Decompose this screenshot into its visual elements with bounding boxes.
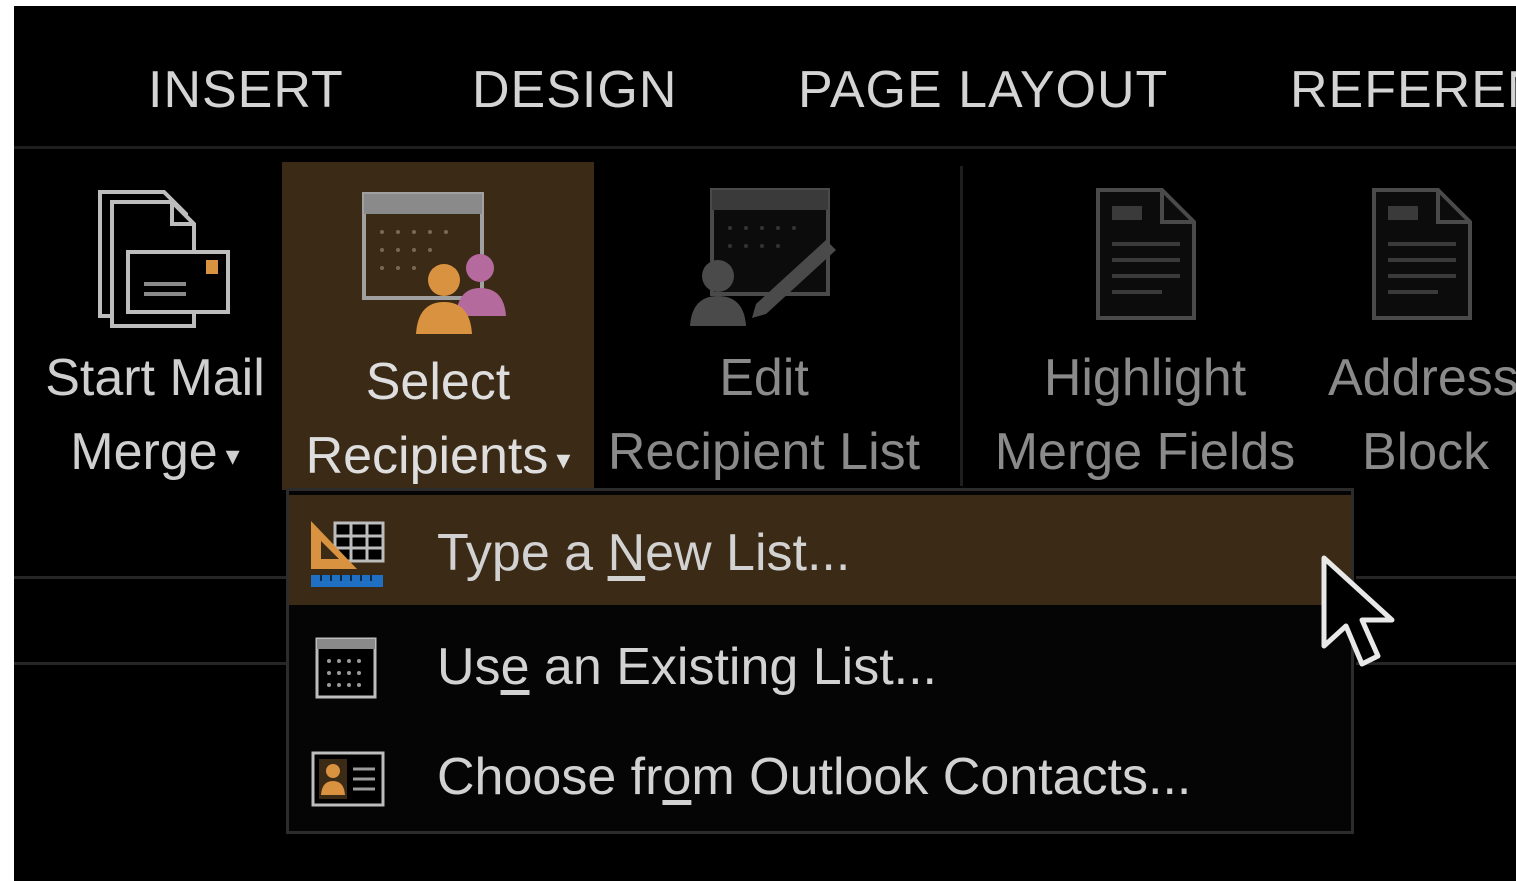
select-recipients-button[interactable]: Select Recipients ▾ bbox=[282, 162, 594, 490]
select-recipients-label-line2-text: Recipients bbox=[305, 427, 549, 485]
tab-divider bbox=[14, 146, 1516, 149]
ribbon-group-divider bbox=[960, 166, 963, 486]
select-recipients-label-line2: Recipients ▾ bbox=[282, 426, 594, 486]
menu-item-use-existing-list[interactable]: Use an Existing List... bbox=[289, 609, 1351, 719]
menu-item-type-new-list-label: Type a New List... bbox=[437, 523, 850, 583]
start-mail-merge-label-line2-text: Merge bbox=[70, 423, 218, 481]
select-recipients-menu: Type a New List... Use an Existing List.… bbox=[286, 488, 1354, 834]
address-document-icon bbox=[1372, 188, 1472, 320]
highlight-merge-fields-label-line1: Highlight bbox=[1043, 349, 1247, 407]
new-list-icon bbox=[311, 521, 385, 587]
start-mail-merge-label-line2: Merge ▾ bbox=[22, 422, 288, 482]
envelope-document-icon bbox=[98, 190, 230, 328]
edit-recipient-list-label-line2: Recipient List bbox=[607, 423, 921, 481]
edit-recipient-list-button[interactable]: Edit Recipient List bbox=[594, 158, 934, 490]
address-block-button[interactable]: Address Block bbox=[1320, 158, 1516, 490]
dropdown-caret-icon: ▾ bbox=[556, 443, 571, 475]
label-text: Us bbox=[437, 638, 501, 696]
document-ruler-line bbox=[14, 662, 294, 665]
contact-card-icon bbox=[311, 751, 385, 807]
accelerator-key: N bbox=[607, 524, 646, 582]
menu-item-choose-outlook-contacts-label: Choose from Outlook Contacts... bbox=[437, 747, 1191, 807]
highlight-merge-fields-label-line2: Merge Fields bbox=[994, 423, 1296, 481]
start-mail-merge-label-line1: Start Mail bbox=[45, 349, 265, 407]
address-block-label-line2: Block bbox=[1362, 423, 1490, 481]
tab-insert[interactable]: INSERT bbox=[148, 60, 344, 120]
edit-recipient-list-label-line1: Edit bbox=[719, 349, 809, 407]
recipients-calendar-icon bbox=[362, 192, 506, 334]
dropdown-caret-icon: ▾ bbox=[225, 439, 240, 471]
accelerator-key: e bbox=[500, 638, 530, 696]
menu-item-choose-outlook-contacts[interactable]: Choose from Outlook Contacts... bbox=[289, 719, 1351, 829]
tab-references[interactable]: REFEREN bbox=[1290, 60, 1516, 120]
accelerator-key: o bbox=[662, 748, 692, 806]
menu-item-use-existing-list-label: Use an Existing List... bbox=[437, 637, 937, 697]
document-ruler-line bbox=[14, 576, 294, 579]
label-text: an Existing List... bbox=[529, 638, 938, 696]
label-text: m Outlook Contacts... bbox=[691, 748, 1192, 806]
highlight-merge-fields-button[interactable]: Highlight Merge Fields bbox=[980, 158, 1310, 490]
mouse-pointer-icon bbox=[1321, 555, 1395, 667]
document-icon bbox=[1096, 188, 1196, 320]
edit-list-icon bbox=[690, 188, 836, 326]
label-text: Type a bbox=[437, 524, 608, 582]
tab-page-layout[interactable]: PAGE LAYOUT bbox=[798, 60, 1168, 120]
menu-item-type-new-list[interactable]: Type a New List... bbox=[289, 495, 1351, 605]
word-window: INSERT DESIGN PAGE LAYOUT REFEREN Start … bbox=[14, 6, 1516, 881]
tab-design[interactable]: DESIGN bbox=[472, 60, 677, 120]
ribbon-tab-bar: INSERT DESIGN PAGE LAYOUT REFEREN bbox=[14, 6, 1516, 146]
address-block-label-line1: Address bbox=[1328, 349, 1516, 407]
existing-list-icon bbox=[315, 637, 377, 699]
select-recipients-label-line1: Select bbox=[365, 353, 511, 411]
label-text: ew List... bbox=[645, 524, 851, 582]
start-mail-merge-button[interactable]: Start Mail Merge ▾ bbox=[22, 158, 288, 490]
label-text: Choose fr bbox=[437, 748, 663, 806]
